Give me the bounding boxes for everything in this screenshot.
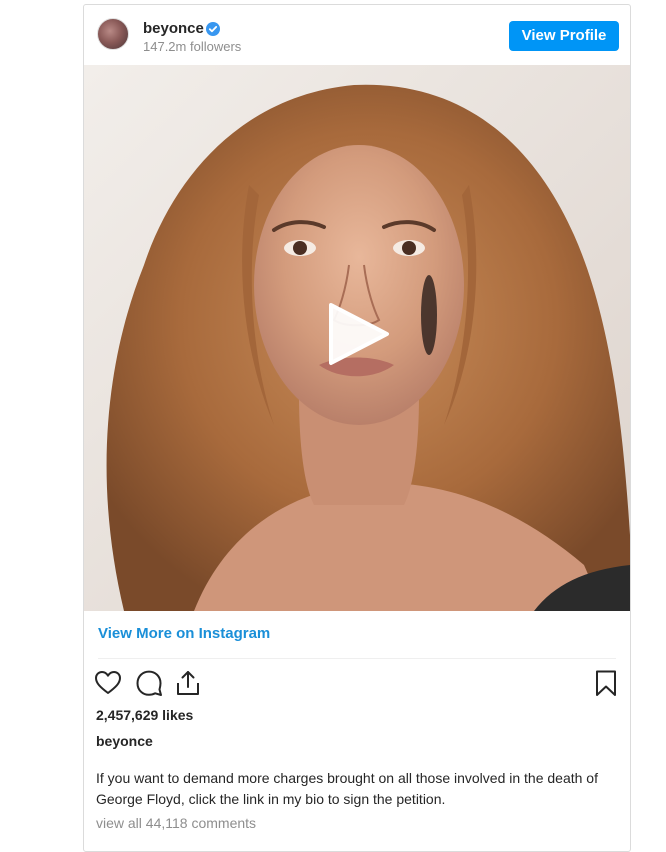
view-more-row: View More on Instagram — [84, 611, 630, 659]
view-profile-button[interactable]: View Profile — [509, 21, 619, 51]
share-icon[interactable] — [174, 669, 202, 697]
caption-username[interactable]: beyonce — [96, 732, 153, 750]
view-more-link[interactable]: View More on Instagram — [98, 625, 270, 643]
avatar[interactable] — [97, 18, 129, 50]
heart-icon[interactable] — [94, 669, 122, 697]
verified-badge-icon — [206, 22, 220, 36]
play-icon[interactable] — [323, 299, 393, 369]
view-comments-link[interactable]: view all 44,118 comments — [96, 814, 256, 832]
followers-count: 147.2m followers — [143, 39, 242, 54]
action-bar — [84, 665, 630, 701]
caption-text: If you want to demand more charges broug… — [96, 770, 598, 807]
username[interactable]: beyonce — [143, 20, 204, 38]
video-media[interactable] — [84, 65, 630, 611]
comment-icon[interactable] — [135, 669, 163, 697]
likes-count[interactable]: 2,457,629 likes — [96, 706, 193, 724]
bookmark-icon[interactable] — [592, 669, 620, 697]
instagram-embed: beyonce 147.2m followers View Profile Vi… — [83, 4, 631, 852]
post-header: beyonce 147.2m followers View Profile — [84, 5, 630, 65]
divider — [98, 658, 616, 659]
